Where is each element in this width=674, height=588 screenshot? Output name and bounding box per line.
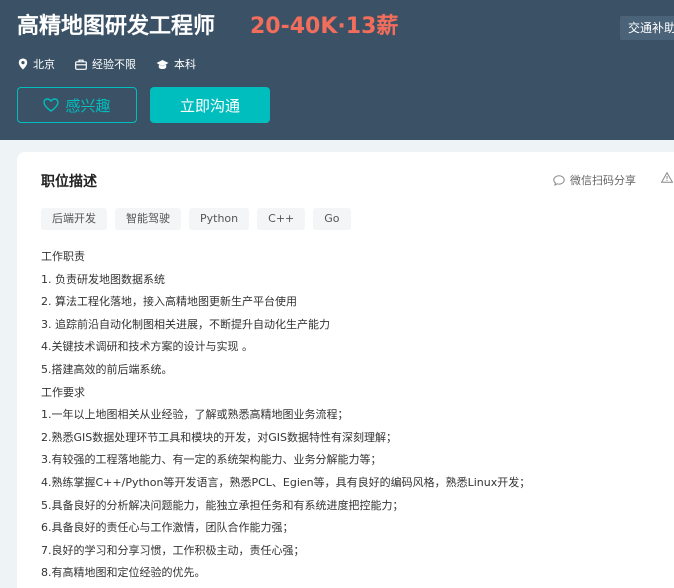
job-description-text: 工作职责 1. 负责研发地图数据系统 2. 算法工程化落地，接入高精地图更新生产… bbox=[41, 246, 661, 585]
desc-line: 7.良好的学习和分享习惯，工作积极主动，责任心强； bbox=[41, 543, 305, 557]
skill-tags: 后端开发 智能驾驶 Python C++ Go bbox=[41, 208, 359, 230]
skill-tag: 智能驾驶 bbox=[115, 208, 181, 230]
skill-tag: Go bbox=[313, 208, 351, 230]
section-title: 职位描述 bbox=[41, 174, 97, 190]
location-pin-icon bbox=[18, 58, 28, 70]
wechat-share-link[interactable]: 微信扫码分享 bbox=[553, 172, 636, 188]
meta-education: 本科 bbox=[156, 56, 196, 72]
meta-experience: 经验不限 bbox=[75, 56, 136, 72]
meta-location: 北京 bbox=[18, 56, 55, 72]
desc-line: 5.具备良好的分析解决问题能力，能独立承担任务和有系统进度把控能力； bbox=[41, 498, 404, 512]
skill-tag: 后端开发 bbox=[41, 208, 107, 230]
desc-line: 3.有较强的工程落地能力、有一定的系统架构能力、业务分解能力等； bbox=[41, 453, 382, 467]
desc-line: 6.具备良好的责任心与工作激情，团队合作能力强； bbox=[41, 521, 294, 535]
desc-line: 1.一年以上地图相关从业经验，了解或熟悉高精地图业务流程； bbox=[41, 408, 349, 422]
desc-line: 5.搭建高效的前后端系统。 bbox=[41, 362, 173, 376]
interest-button[interactable]: 感兴趣 bbox=[17, 87, 137, 123]
briefcase-icon bbox=[75, 59, 87, 70]
desc-line: 4.熟练掌握C++/Python等开发语言，熟悉PCL、Egien等，具有良好的… bbox=[41, 475, 531, 489]
job-description-card: 职位描述 微信扫码分享 后端开发 智能驾驶 Python C++ Go 工作职责… bbox=[17, 152, 674, 588]
warning-icon[interactable] bbox=[661, 172, 673, 183]
welfare-tag: 交通补助 bbox=[620, 16, 674, 40]
desc-line: 3. 追踪前沿自动化制图相关进展，不断提升自动化生产能力 bbox=[41, 317, 330, 331]
desc-line: 1. 负责研发地图数据系统 bbox=[41, 272, 165, 286]
skill-tag: C++ bbox=[257, 208, 306, 230]
desc-line: 4.关键技术调研和技术方案的设计与实现 。 bbox=[41, 340, 253, 354]
share-label: 微信扫码分享 bbox=[570, 174, 636, 187]
graduation-cap-icon bbox=[156, 59, 169, 69]
chat-label: 立即沟通 bbox=[179, 96, 240, 115]
job-title: 高精地图研发工程师 bbox=[17, 14, 216, 39]
salary: 20-40K·13薪 bbox=[250, 14, 399, 39]
chat-now-button[interactable]: 立即沟通 bbox=[150, 87, 270, 123]
skill-tag: Python bbox=[189, 208, 250, 230]
chat-bubble-icon bbox=[553, 174, 565, 186]
location-text: 北京 bbox=[33, 58, 55, 71]
education-text: 本科 bbox=[174, 58, 196, 71]
desc-line: 2. 算法工程化落地，接入高精地图更新生产平台使用 bbox=[41, 295, 297, 309]
heart-icon bbox=[43, 98, 60, 112]
desc-line: 2.熟悉GIS数据处理环节工具和模块的开发，对GIS数据特性有深刻理解； bbox=[41, 430, 397, 444]
desc-line: 8.有高精地图和定位经验的优先。 bbox=[41, 566, 206, 580]
job-header: 高精地图研发工程师 20-40K·13薪 交通补助 北京 经验不限 本科 感兴趣… bbox=[0, 0, 674, 140]
desc-heading-duties: 工作职责 bbox=[41, 250, 85, 263]
experience-text: 经验不限 bbox=[92, 58, 136, 71]
desc-heading-requirements: 工作要求 bbox=[41, 385, 85, 399]
interest-label: 感兴趣 bbox=[65, 96, 111, 115]
job-meta: 北京 经验不限 本科 bbox=[18, 55, 216, 73]
